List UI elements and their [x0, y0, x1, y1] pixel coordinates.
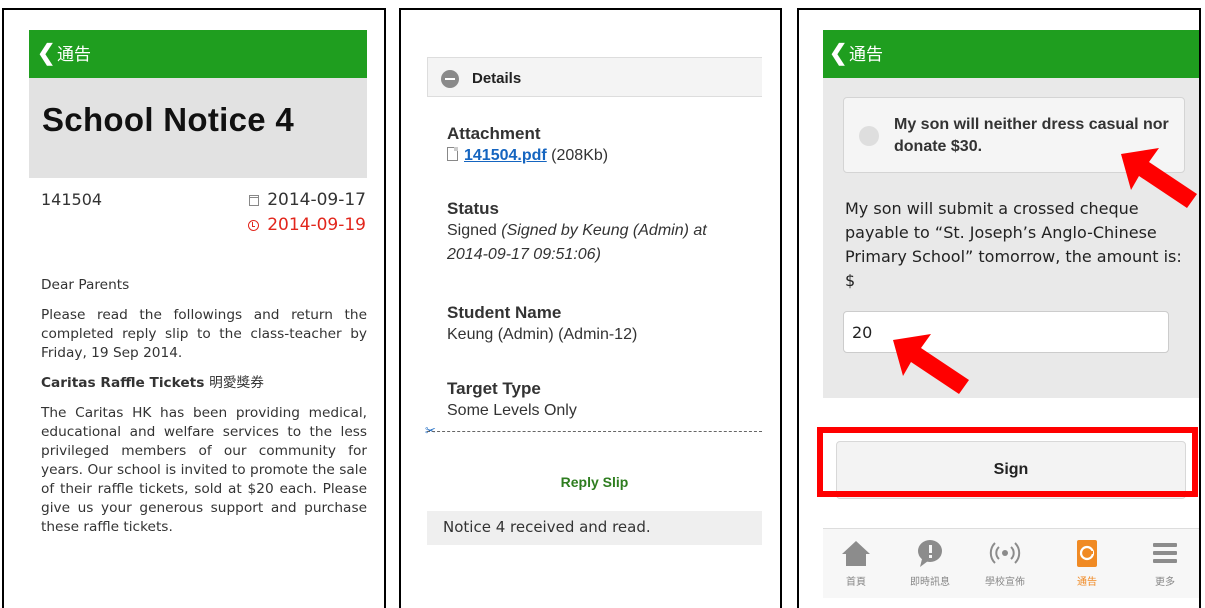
tab-school-announcement[interactable]: 學校宣佈	[975, 537, 1035, 588]
tab-label: 通告	[1077, 577, 1097, 588]
attachment-size: (208Kb)	[551, 147, 609, 164]
caritas-heading-en: Caritas Raffle Tickets	[41, 375, 205, 391]
details-collapsible-header[interactable]: Details	[427, 57, 762, 97]
app-header: ❮ 通告	[823, 30, 1199, 78]
notice-body: Dear Parents Please read the followings …	[41, 276, 367, 548]
app-header: ❮ 通告	[29, 30, 367, 78]
broadcast-icon	[975, 537, 1035, 569]
student-name-field: Student Name Keung (Admin) (Admin-12)	[447, 303, 637, 347]
tab-more[interactable]: 更多	[1135, 537, 1195, 588]
back-chevron-icon[interactable]: ❮	[37, 42, 55, 64]
status-field: Status Signed (Signed by Keung (Admin) a…	[447, 199, 752, 267]
salutation: Dear Parents	[41, 277, 130, 293]
cut-line-divider	[427, 431, 762, 432]
back-chevron-icon[interactable]: ❮	[829, 42, 847, 64]
tab-label: 學校宣佈	[985, 577, 1025, 588]
amount-question: My son will submit a crossed cheque paya…	[845, 199, 1182, 290]
due-date: 2014-09-19	[267, 215, 366, 235]
amount-input[interactable]	[843, 311, 1169, 353]
sign-button[interactable]: Sign	[836, 441, 1186, 499]
tab-label: 更多	[1155, 577, 1175, 588]
target-type-value: Some Levels Only	[447, 402, 577, 419]
tab-label: 首頁	[846, 577, 866, 588]
page-title: School Notice 4	[42, 101, 295, 138]
attachment-link[interactable]: 141504.pdf	[464, 147, 547, 164]
tab-instant-message[interactable]: 即時訊息	[900, 537, 960, 588]
menu-icon	[1135, 537, 1195, 569]
student-name-label: Student Name	[447, 303, 562, 322]
reply-option-card[interactable]: My son will neither dress casual nor don…	[843, 97, 1185, 173]
attachment-field: Attachment 141504.pdf (208Kb)	[447, 124, 608, 168]
caritas-heading: Caritas Raffle Tickets 明愛獎券	[41, 374, 367, 393]
home-icon	[826, 537, 886, 569]
calendar-icon	[249, 195, 260, 206]
chat-bubble-icon	[900, 537, 960, 569]
paragraph-caritas: The Caritas HK has been providing medica…	[41, 405, 367, 535]
notice-panel-left: ❮ 通告 School Notice 4 141504 2014-09-17 2…	[2, 8, 386, 608]
collapse-minus-icon[interactable]	[441, 70, 459, 88]
reply-slip-heading: Reply Slip	[560, 474, 629, 490]
tab-notice[interactable]: 通告	[1057, 537, 1117, 588]
alarm-clock-icon	[248, 220, 260, 231]
target-type-label: Target Type	[447, 379, 541, 398]
option-label: My son will neither dress casual nor don…	[894, 116, 1169, 155]
notice-dates: 2014-09-17 2014-09-19	[248, 190, 366, 240]
radio-button[interactable]	[859, 126, 879, 146]
status-value: Signed	[447, 222, 497, 239]
paragraph-instructions: Please read the followings and return th…	[41, 307, 367, 361]
status-label: Status	[447, 199, 499, 218]
target-type-field: Target Type Some Levels Only	[447, 379, 577, 423]
reply-slip-box: Notice 4 received and read.	[427, 511, 762, 545]
notice-title-box: School Notice 4	[29, 78, 367, 178]
header-title: 通告	[57, 45, 91, 64]
tab-home[interactable]: 首頁	[826, 537, 886, 588]
details-label: Details	[472, 70, 522, 87]
notice-number: 141504	[41, 190, 103, 209]
issue-date: 2014-09-17	[267, 190, 366, 210]
reply-message: Notice 4 received and read.	[443, 518, 651, 536]
header-title: 通告	[849, 45, 883, 64]
student-name-value: Keung (Admin) (Admin-12)	[447, 326, 638, 343]
tab-label: 即時訊息	[910, 577, 950, 588]
document-icon	[447, 147, 458, 161]
attachment-label: Attachment	[447, 124, 541, 143]
bottom-tab-bar: 首頁 即時訊息 學校宣佈 通告 更多	[823, 528, 1199, 598]
notice-panel-right: ❮ 通告 My son will neither dress casual no…	[797, 8, 1201, 608]
notice-panel-middle: Details Attachment 141504.pdf (208Kb) St…	[399, 8, 782, 608]
details-section: Details Attachment 141504.pdf (208Kb) St…	[425, 45, 762, 555]
caritas-heading-zh: 明愛獎券	[209, 375, 264, 391]
notice-icon	[1057, 537, 1117, 569]
